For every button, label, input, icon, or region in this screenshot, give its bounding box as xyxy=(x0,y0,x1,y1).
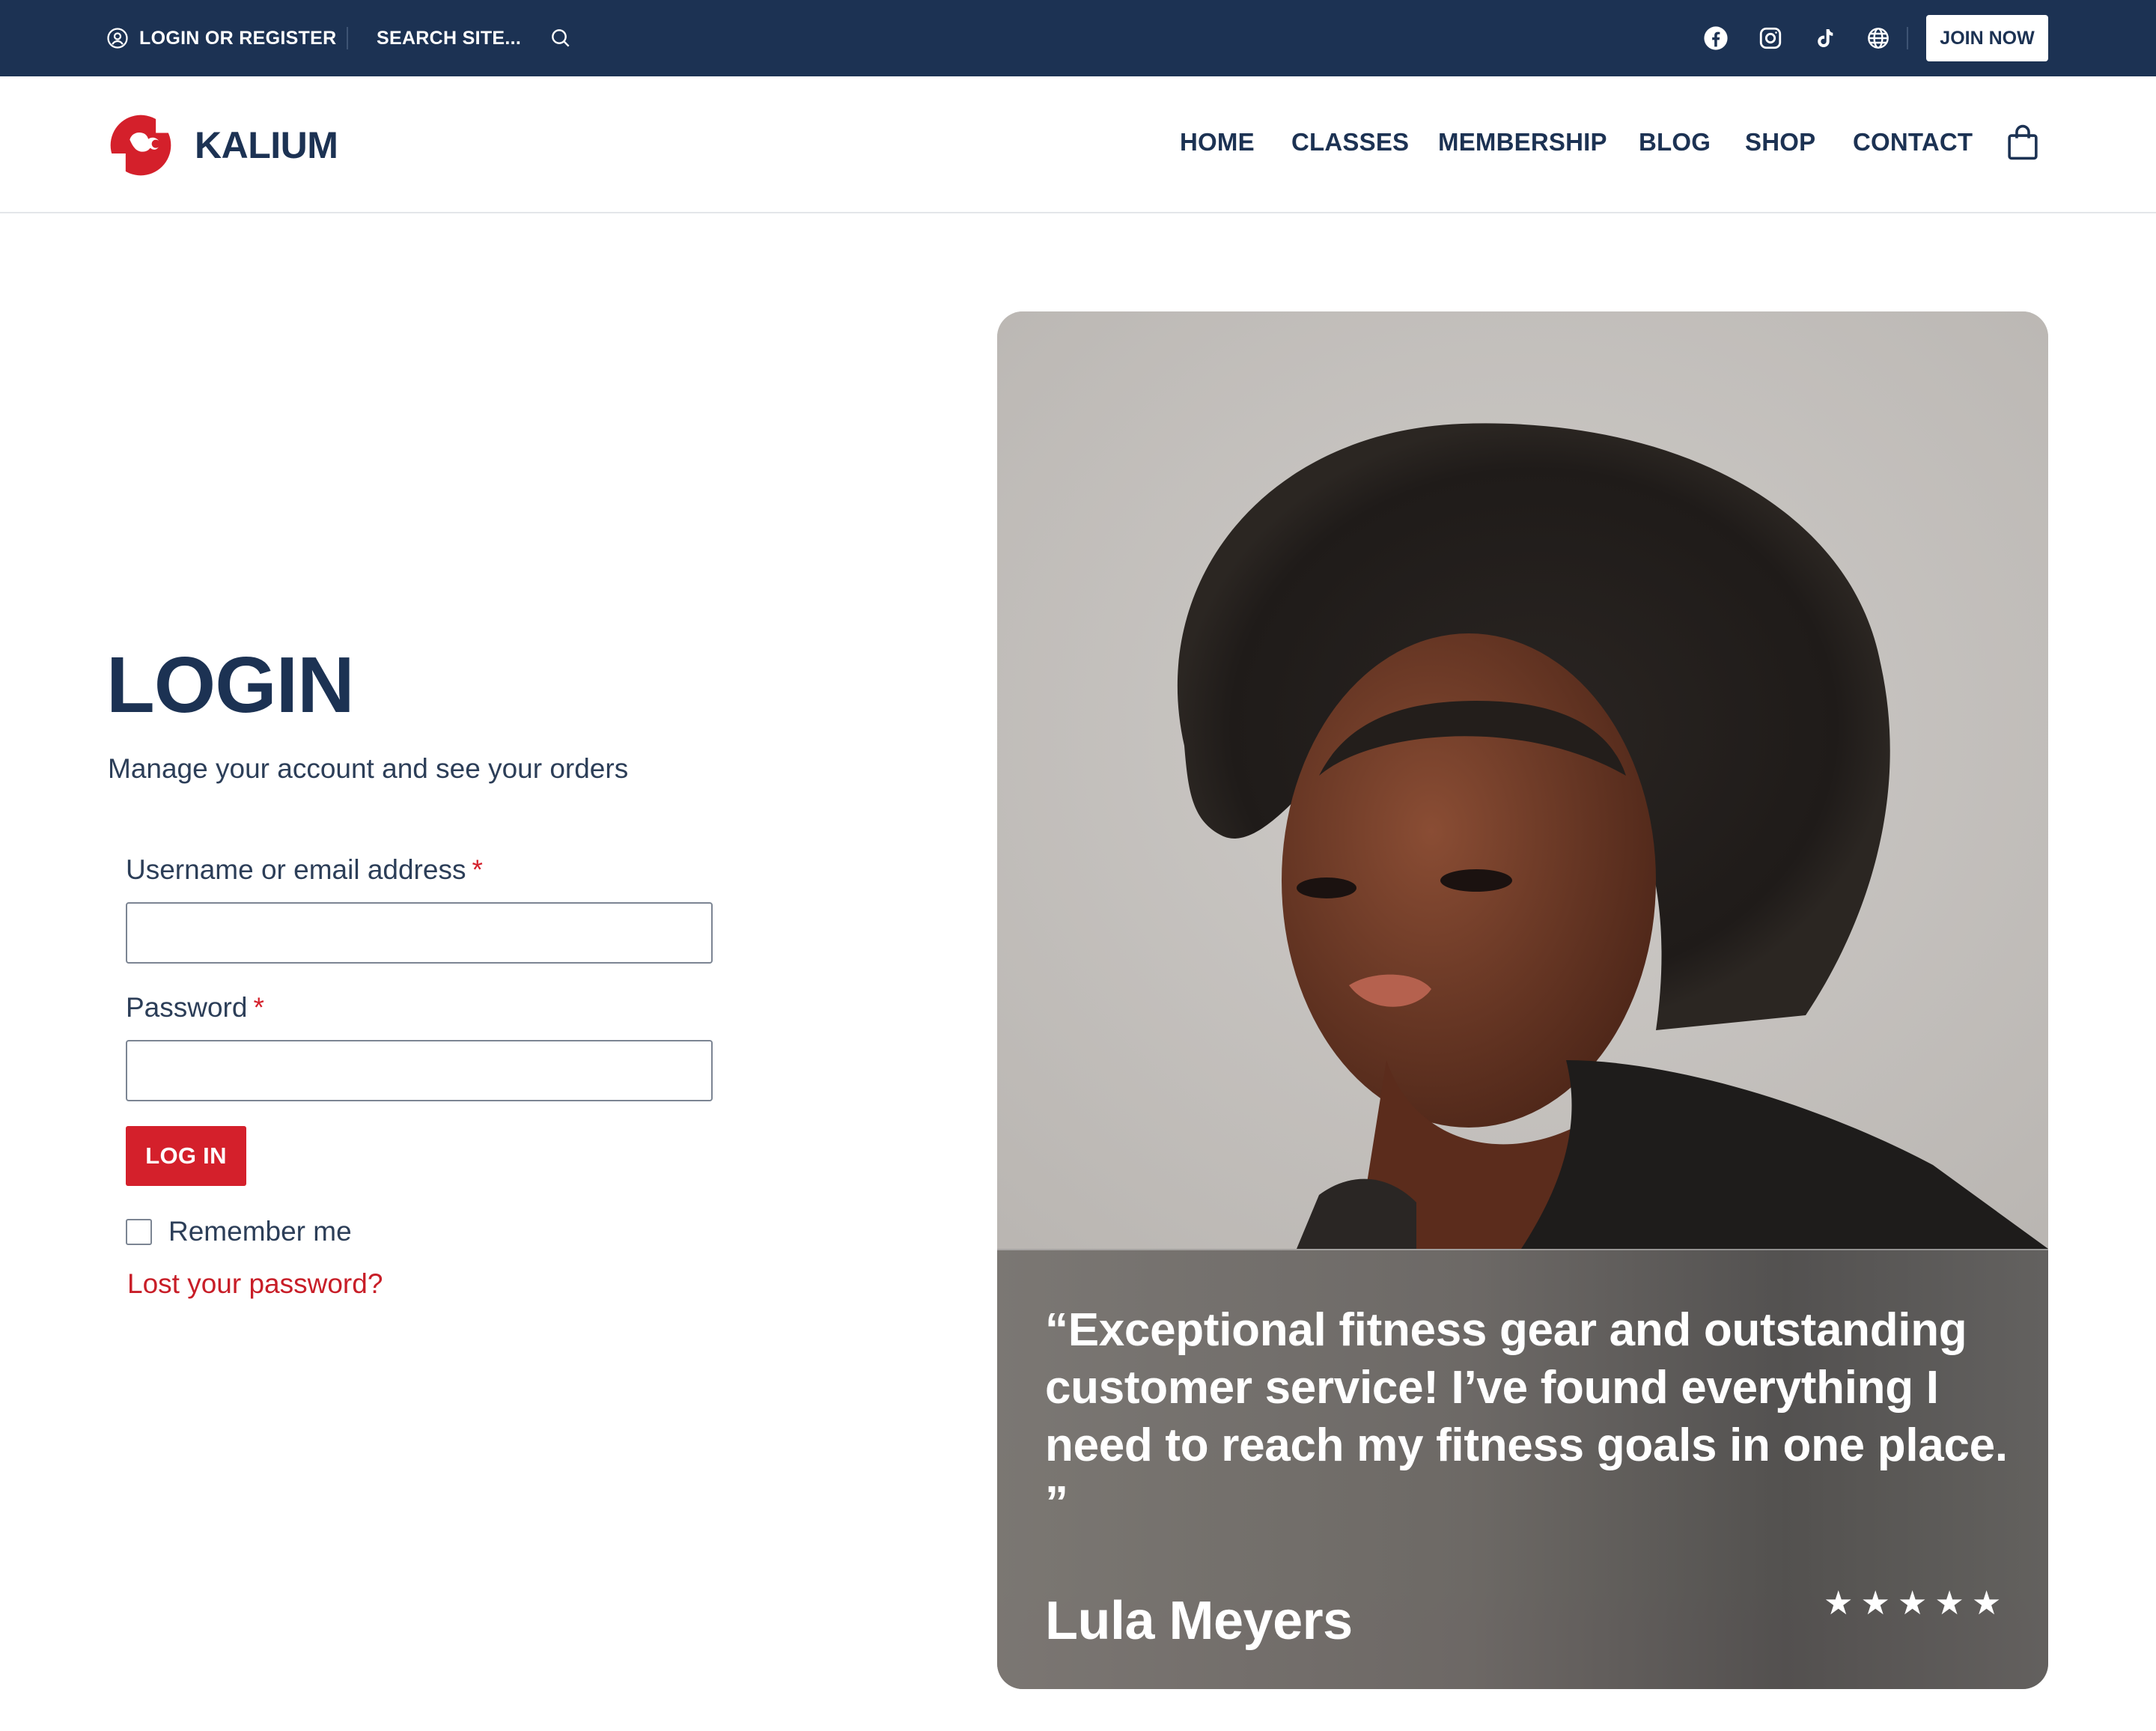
testimonial-card: “Exceptional fitness gear and outstandin… xyxy=(997,311,2048,1689)
log-in-button[interactable]: LOG IN xyxy=(126,1126,246,1186)
login-register-label: LOGIN OR REGISTER xyxy=(139,27,337,49)
rating-stars: ★ ★ ★ ★ ★ xyxy=(1824,1587,2001,1620)
nav-blog[interactable]: BLOG xyxy=(1639,128,1711,156)
username-label: Username or email address * xyxy=(126,854,483,886)
user-circle-icon xyxy=(107,28,128,49)
search-site-field[interactable]: SEARCH SITE... xyxy=(377,25,521,52)
brand-name: KALIUM xyxy=(195,124,338,166)
brand-logo[interactable]: KALIUM xyxy=(106,112,338,178)
username-field[interactable] xyxy=(126,902,713,964)
login-register-link[interactable]: LOGIN OR REGISTER xyxy=(106,25,336,52)
page-subtitle: Manage your account and see your orders xyxy=(108,753,629,784)
required-marker: * xyxy=(472,854,483,885)
testimonial-portrait-photo xyxy=(997,311,2048,1249)
star-icon: ★ xyxy=(1934,1585,1964,1622)
page-title: LOGIN xyxy=(106,641,355,729)
star-icon: ★ xyxy=(1824,1585,1854,1622)
search-site-label: SEARCH SITE... xyxy=(377,27,522,49)
globe-icon[interactable] xyxy=(1865,25,1892,52)
username-label-text: Username or email address xyxy=(126,854,466,885)
tiktok-icon[interactable] xyxy=(1811,25,1838,52)
testimonial-author: Lula Meyers xyxy=(1045,1591,1353,1651)
flexing-arm-logo-icon xyxy=(106,112,175,178)
remember-me-label: Remember me xyxy=(168,1216,352,1247)
required-marker: * xyxy=(253,992,264,1023)
join-now-button[interactable]: JOIN NOW xyxy=(1926,15,2048,61)
nav-contact[interactable]: CONTACT xyxy=(1853,128,1973,156)
nav-home[interactable]: HOME xyxy=(1180,128,1255,156)
password-field[interactable] xyxy=(126,1040,713,1101)
search-icon[interactable] xyxy=(549,26,573,50)
password-label: Password * xyxy=(126,992,264,1023)
star-icon: ★ xyxy=(1897,1585,1928,1622)
topbar-divider xyxy=(347,27,348,49)
top-bar: LOGIN OR REGISTER SEARCH SITE... JOIN NO… xyxy=(0,0,2156,76)
shopping-bag-icon[interactable] xyxy=(2006,124,2039,161)
nav-shop[interactable]: SHOP xyxy=(1745,128,1815,156)
facebook-icon[interactable] xyxy=(1702,25,1729,52)
nav-classes[interactable]: CLASSES xyxy=(1291,128,1409,156)
remember-me-checkbox[interactable] xyxy=(126,1218,152,1245)
lost-password-link[interactable]: Lost your password? xyxy=(127,1268,383,1300)
password-label-text: Password xyxy=(126,992,248,1023)
nav-membership[interactable]: MEMBERSHIP xyxy=(1438,128,1607,156)
instagram-icon[interactable] xyxy=(1757,25,1784,52)
star-icon: ★ xyxy=(1860,1585,1890,1622)
star-icon: ★ xyxy=(1971,1585,2002,1622)
main-header: KALIUM HOME CLASSES MEMBERSHIP BLOG SHOP… xyxy=(0,76,2156,213)
testimonial-quote-panel: “Exceptional fitness gear and outstandin… xyxy=(997,1249,2048,1689)
testimonial-quote: “Exceptional fitness gear and outstandin… xyxy=(1045,1304,2008,1529)
topbar-divider-right xyxy=(1907,27,1908,49)
remember-me-option[interactable]: Remember me xyxy=(126,1216,352,1247)
